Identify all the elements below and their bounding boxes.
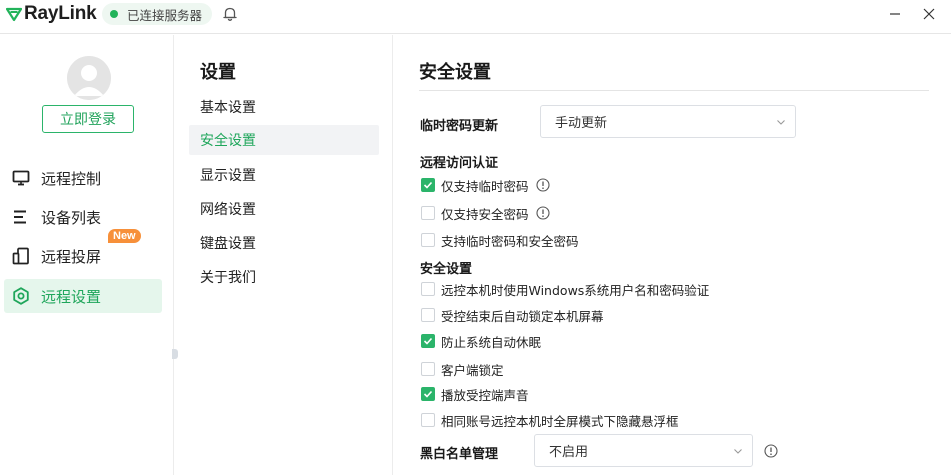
blacklist-label: 黑白名单管理 <box>420 447 499 462</box>
security-section-title: 安全设置 <box>420 262 473 277</box>
checkbox[interactable] <box>421 178 435 192</box>
remote-auth-title: 远程访问认证 <box>420 156 499 171</box>
chevron-down-icon <box>734 449 742 454</box>
remote-auth-option[interactable]: 仅支持安全密码 <box>421 204 550 222</box>
remote-auth-option[interactable]: 仅支持临时密码 <box>421 176 550 194</box>
raylink-logo-icon <box>6 7 22 22</box>
security-option[interactable]: 相同账号远控本机时全屏模式下隐藏悬浮框 <box>421 411 679 429</box>
checkbox[interactable] <box>421 206 435 220</box>
security-option[interactable]: 受控结束后自动锁定本机屏幕 <box>421 306 604 324</box>
sidebar-item-label: 远程设置 <box>41 287 102 306</box>
checkmark-icon <box>423 337 433 345</box>
menu-item-keyboard[interactable]: 键盘设置 <box>189 228 379 258</box>
connection-status-badge: 已连接服务器 <box>102 3 213 25</box>
status-dot-icon <box>110 10 118 18</box>
list-icon <box>12 208 30 226</box>
option-label: 仅支持安全密码 <box>441 206 529 222</box>
title-bar: RayLink 已连接服务器 <box>0 0 951 34</box>
option-label: 相同账号远控本机时全屏模式下隐藏悬浮框 <box>441 413 679 429</box>
checkbox[interactable] <box>421 282 435 296</box>
menu-item-about[interactable]: 关于我们 <box>189 262 379 292</box>
security-option[interactable]: 客户端锁定 <box>421 360 504 378</box>
new-badge: New <box>108 229 141 243</box>
divider <box>419 90 929 91</box>
monitor-icon <box>12 169 30 187</box>
temp-password-select-value: 手动更新 <box>555 116 608 131</box>
settings-menu: 设置 基本设置 安全设置 显示设置 网络设置 键盘设置 关于我们 <box>175 35 393 475</box>
settings-hex-icon <box>12 287 30 305</box>
checkbox[interactable] <box>421 308 435 322</box>
connection-status-text: 已连接服务器 <box>127 7 203 23</box>
security-option[interactable]: 远控本机时使用Windows系统用户名和密码验证 <box>421 280 709 298</box>
menu-item-network[interactable]: 网络设置 <box>189 194 379 224</box>
remote-auth-option[interactable]: 支持临时密码和安全密码 <box>421 231 579 249</box>
sidebar-item-label: 远程投屏 <box>41 247 102 266</box>
user-avatar-icon <box>67 56 111 100</box>
menu-item-security[interactable]: 安全设置 <box>189 125 379 155</box>
checkmark-icon <box>423 181 433 189</box>
avatar[interactable] <box>67 56 111 100</box>
checkbox[interactable] <box>421 233 435 247</box>
minimize-button[interactable] <box>885 4 905 24</box>
checkmark-icon <box>423 390 433 398</box>
info-icon[interactable] <box>535 206 550 220</box>
minimize-icon <box>890 13 900 15</box>
bell-icon[interactable] <box>222 6 238 22</box>
temp-password-label: 临时密码更新 <box>420 119 499 134</box>
close-button[interactable] <box>919 4 939 24</box>
chevron-down-icon <box>777 120 785 125</box>
settings-menu-title: 设置 <box>200 62 236 83</box>
menu-item-basic[interactable]: 基本设置 <box>189 92 379 122</box>
sidebar-item-remote-control[interactable]: 远程控制 <box>4 161 162 195</box>
sidebar-item-label: 设备列表 <box>41 208 102 227</box>
option-label: 受控结束后自动锁定本机屏幕 <box>441 308 604 324</box>
sidebar-item-remote-settings[interactable]: 远程设置 <box>4 279 162 313</box>
info-icon[interactable] <box>764 444 778 458</box>
sidebar-item-screencast[interactable]: 远程投屏 New <box>4 229 162 273</box>
checkbox[interactable] <box>421 334 435 348</box>
option-label: 防止系统自动休眠 <box>441 334 542 350</box>
login-button[interactable]: 立即登录 <box>42 105 134 133</box>
checkbox[interactable] <box>421 413 435 427</box>
security-option[interactable]: 防止系统自动休眠 <box>421 332 541 350</box>
page-title: 安全设置 <box>419 62 491 83</box>
security-settings-panel: 安全设置 临时密码更新 手动更新 远程访问认证 仅支持临时密码 仅支持安全密码 … <box>394 35 951 475</box>
sidebar-item-label: 远程控制 <box>41 169 102 188</box>
logo-text: RayLink <box>24 3 97 24</box>
checkbox[interactable] <box>421 362 435 376</box>
option-label: 播放受控端声音 <box>441 387 529 403</box>
option-label: 客户端锁定 <box>441 362 504 378</box>
info-icon[interactable] <box>535 178 550 192</box>
left-sidebar: 立即登录 远程控制 设备列表 远程投屏 New 远程设置 <box>0 35 178 475</box>
checkbox[interactable] <box>421 387 435 401</box>
sidebar-item-device-list[interactable]: 设备列表 <box>4 200 162 234</box>
raylink-logo: RayLink <box>6 3 97 24</box>
option-label: 远控本机时使用Windows系统用户名和密码验证 <box>441 282 710 298</box>
temp-password-select[interactable]: 手动更新 <box>540 105 796 138</box>
option-label: 支持临时密码和安全密码 <box>441 233 579 249</box>
security-option[interactable]: 播放受控端声音 <box>421 385 529 403</box>
option-label: 仅支持临时密码 <box>441 178 529 194</box>
close-icon <box>923 8 935 20</box>
blacklist-select-value: 不启用 <box>549 445 589 460</box>
blacklist-select[interactable]: 不启用 <box>534 434 753 467</box>
screencast-icon <box>12 247 30 265</box>
menu-item-display[interactable]: 显示设置 <box>189 160 379 190</box>
